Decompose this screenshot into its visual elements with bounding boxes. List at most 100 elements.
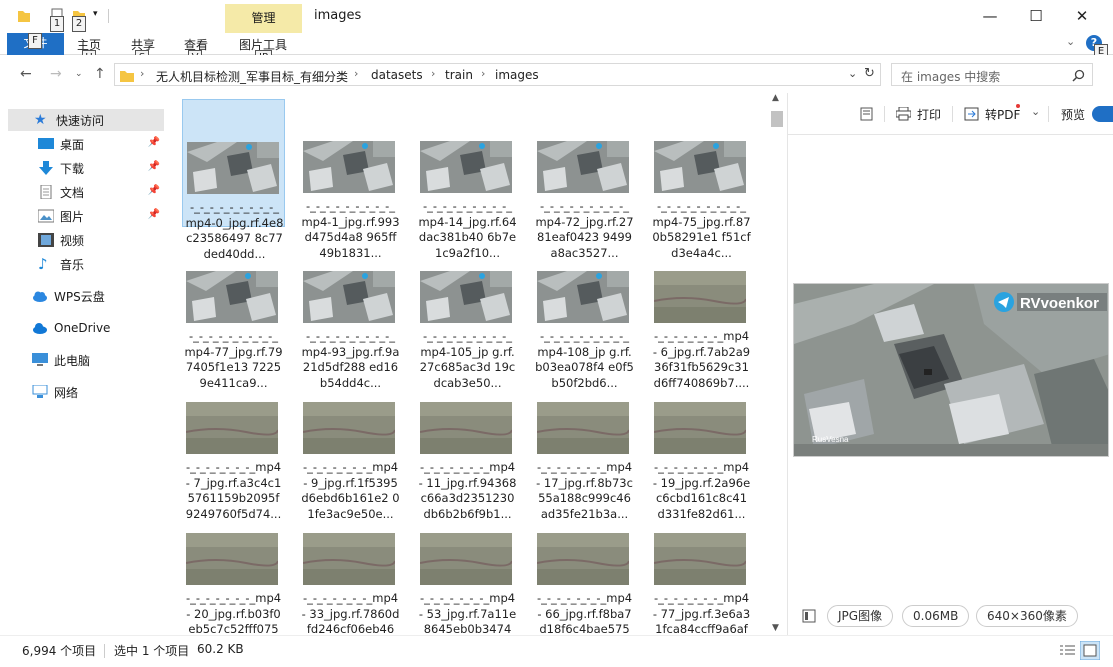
address-dropdown-icon[interactable]: ⌄ <box>848 67 857 80</box>
item-count: 6,994 个项目 <box>22 644 97 658</box>
pdf-dropdown-icon[interactable]: ⌄ <box>1031 105 1040 118</box>
nav-network[interactable]: 网络 <box>8 381 164 403</box>
file-item[interactable]: -_-_-_-_-_-_-_mp4- 77_jpg.rf.3e6a3 1fca8… <box>650 491 753 635</box>
nav-downloads[interactable]: 下载 📌 <box>8 157 164 179</box>
preview-label: 预览 <box>1061 108 1086 122</box>
nav-label: 文档 <box>60 185 85 200</box>
nav-music[interactable]: ♪ 音乐 <box>8 253 164 275</box>
breadcrumb-datasets[interactable]: datasets <box>371 68 423 82</box>
file-item[interactable]: -_-_-_-_-_-_-_-_-_mp4-108_jp g.rf.b03ea0… <box>533 229 636 390</box>
file-item[interactable]: -_-_-_-_-_-_-_-_-_mp4-72_jpg.rf.2781eaf0… <box>533 99 636 260</box>
file-item[interactable]: -_-_-_-_-_-_-_mp4- 33_jpg.rf.7860d fd246… <box>299 491 402 635</box>
pin-icon[interactable]: 📌 <box>148 209 160 220</box>
maximize-button[interactable]: ☐ <box>1013 0 1059 32</box>
file-item[interactable]: -_-_-_-_-_-_-_mp4- 66_jpg.rf.f8ba7 d18f6… <box>533 491 636 635</box>
file-item[interactable]: -_-_-_-_-_-_-_mp4- 11_jpg.rf.94368 c66a3… <box>416 360 519 521</box>
pin-icon[interactable]: 📌 <box>148 185 160 196</box>
nav-documents[interactable]: 文档 📌 <box>8 181 164 203</box>
thumbnail-image <box>187 142 279 194</box>
breadcrumb-separator-icon[interactable]: › <box>481 67 485 80</box>
navigation-pane: ★ 快速访问 桌面 📌 下载 📌 文档 📌 图片 📌 视频 ♪ 音乐 WPS云盘… <box>0 93 170 635</box>
recent-locations-icon[interactable]: ⌄ <box>75 69 83 79</box>
search-placeholder: 在 images 中搜索 <box>901 70 1001 84</box>
refresh-icon[interactable]: ↻ <box>864 66 875 81</box>
details-pane-icon[interactable] <box>802 609 816 623</box>
thumbnail-image <box>186 271 278 323</box>
preview-image: RVvoenkor RusVesna <box>793 283 1109 457</box>
nav-quick-access[interactable]: ★ 快速访问 <box>8 109 164 131</box>
network-icon <box>32 385 48 398</box>
thumbnail-image <box>303 402 395 454</box>
minimize-button[interactable]: — <box>967 0 1013 32</box>
nav-desktop[interactable]: 桌面 📌 <box>8 133 164 155</box>
nav-onedrive[interactable]: OneDrive <box>8 317 164 339</box>
file-item[interactable]: -_-_-_-_-_-_-_-_-_mp4-93_jpg.rf.9a21d5df… <box>299 229 402 390</box>
nav-this-pc[interactable]: 此电脑 <box>8 349 164 371</box>
watermark-small-text: RusVesna <box>812 435 849 444</box>
file-item[interactable]: -_-_-_-_-_-_-_mp4- 19_jpg.rf.2a96e c6cbd… <box>650 360 753 521</box>
close-button[interactable]: ✕ <box>1059 0 1105 32</box>
search-input[interactable]: 在 images 中搜索 <box>891 63 1093 86</box>
ribbon-expand-icon[interactable]: ⌄ <box>1066 35 1075 48</box>
nav-wps-cloud[interactable]: WPS云盘 <box>8 285 164 307</box>
status-bar: 6,994 个项目 选中 1 个项目 60.2 KB <box>0 635 1113 667</box>
thumbnail <box>303 271 395 323</box>
breadcrumb-train[interactable]: train <box>445 68 473 82</box>
file-item[interactable]: -_-_-_-_-_-_-_-_-_mp4-1_jpg.rf.993d475d4… <box>299 99 402 260</box>
breadcrumb-separator-icon[interactable]: › <box>354 67 358 80</box>
file-item[interactable]: -_-_-_-_-_-_-_-_-_mp4-0_jpg.rf.4e8c23586… <box>182 99 285 261</box>
scrollbar-thumb[interactable] <box>771 111 783 127</box>
search-icon[interactable] <box>1072 69 1085 82</box>
file-name: -_-_-_-_-_-_-_mp4- 20_jpg.rf.b03f0 eb5c7… <box>185 591 282 635</box>
scroll-down-icon[interactable]: ▼ <box>772 623 779 633</box>
file-item[interactable]: -_-_-_-_-_-_-_-_-_mp4-75_jpg.rf.870b5829… <box>650 99 753 260</box>
file-list-scrollbar[interactable]: ▲ ▼ <box>769 93 785 635</box>
thumbnail <box>420 402 512 454</box>
pin-icon[interactable]: 📌 <box>148 161 160 172</box>
file-item[interactable]: -_-_-_-_-_-_-_mp4- 53_jpg.rf.7a11e 8645e… <box>416 491 519 635</box>
details-icon[interactable] <box>860 107 873 121</box>
divider <box>108 9 109 23</box>
file-item[interactable]: -_-_-_-_-_-_-_-_-_mp4-105_jp g.rf.27c685… <box>416 229 519 390</box>
large-icons-view-icon[interactable] <box>1080 641 1100 660</box>
preview-toggle[interactable] <box>1092 106 1113 122</box>
file-type-tag: JPG图像 <box>827 605 894 627</box>
thumbnail-image <box>654 271 746 323</box>
ribbon-tabs: 文件 F 主页 H 共享 S 查看 V 图片工具 JP ⌄ ? E <box>0 33 1113 66</box>
to-pdf-button[interactable]: 转PDF <box>985 106 1020 123</box>
file-item[interactable]: -_-_-_-_-_-_-_-_-_mp4-14_jpg.rf.64dac381… <box>416 99 519 260</box>
thumbnail <box>420 141 512 193</box>
file-item[interactable]: -_-_-_-_-_-_-_-_-_mp4-77_jpg.rf.797405f1… <box>182 229 285 390</box>
breadcrumb-project[interactable]: 无人机目标检测_军事目标_有细分类 <box>156 68 348 85</box>
back-icon[interactable]: ← <box>20 66 32 82</box>
file-item[interactable]: -_-_-_-_-_-_-_mp4- 6_jpg.rf.7ab2a9 36f31… <box>650 229 753 390</box>
file-item[interactable]: -_-_-_-_-_-_-_mp4- 20_jpg.rf.b03f0 eb5c7… <box>182 491 285 635</box>
thumbnail <box>537 533 629 585</box>
details-view-icon[interactable] <box>1059 643 1076 658</box>
thumbnail <box>420 533 512 585</box>
file-item[interactable]: -_-_-_-_-_-_-_mp4- 17_jpg.rf.8b73c 55a18… <box>533 360 636 521</box>
customize-quick-access-icon[interactable]: ▾ <box>93 9 98 19</box>
up-icon[interactable]: ↑ <box>94 66 106 82</box>
print-button[interactable]: 打印 <box>917 106 941 123</box>
file-item[interactable]: -_-_-_-_-_-_-_mp4- 7_jpg.rf.a3c4c1 57611… <box>182 360 285 521</box>
pdf-icon[interactable] <box>964 107 979 121</box>
breadcrumb-separator-icon[interactable]: › <box>140 67 144 80</box>
preview-pane: 打印 转PDF ⌄ 预览 RVvoenkor RusVesna JPG图像 0.… <box>787 93 1113 635</box>
address-bar[interactable]: › 无人机目标检测_军事目标_有细分类 › datasets › train ›… <box>114 63 881 86</box>
file-item[interactable]: -_-_-_-_-_-_-_mp4- 9_jpg.rf.1f5395 d6ebd… <box>299 360 402 521</box>
nav-pictures[interactable]: 图片 📌 <box>8 205 164 227</box>
manage-context-tab[interactable]: 管理 <box>225 4 302 33</box>
forward-icon[interactable]: → <box>50 66 62 82</box>
breadcrumb-images[interactable]: images <box>495 68 539 82</box>
print-icon[interactable] <box>896 107 911 121</box>
nav-videos[interactable]: 视频 <box>8 229 164 251</box>
cloud-icon <box>33 291 47 302</box>
thumbnail <box>537 402 629 454</box>
thumbnail <box>186 271 278 323</box>
breadcrumb-separator-icon[interactable]: › <box>431 67 435 80</box>
folder-icon[interactable] <box>17 7 31 23</box>
pin-icon[interactable]: 📌 <box>148 137 160 148</box>
nav-label: 视频 <box>60 233 85 248</box>
scroll-up-icon[interactable]: ▲ <box>772 93 779 103</box>
